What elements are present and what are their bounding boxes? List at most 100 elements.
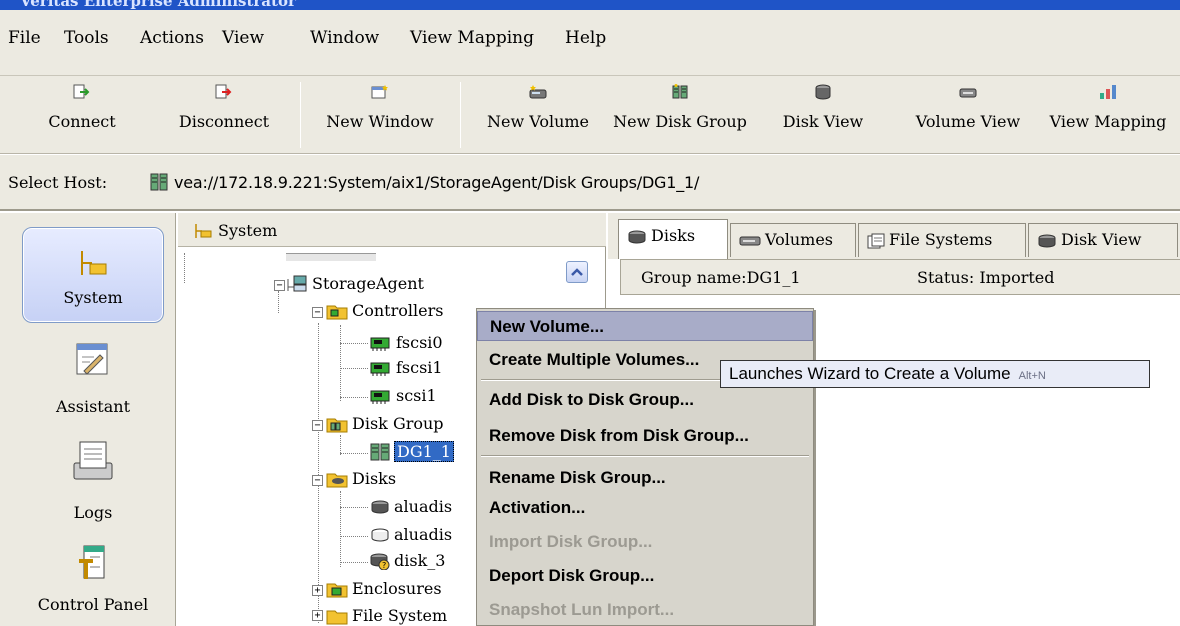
menu-item-new-volume[interactable]: New Volume... xyxy=(477,311,813,341)
storage-agent-icon xyxy=(287,275,307,291)
new-volume-icon xyxy=(529,85,547,99)
nav-control-panel-button[interactable]: Control Panel xyxy=(22,543,164,626)
window-title: Veritas Enterprise Administrator xyxy=(20,0,296,10)
tree-item-disks[interactable]: Disks xyxy=(326,468,396,490)
tree-item-storageagent[interactable]: StorageAgent xyxy=(286,273,424,295)
controller-icon xyxy=(370,362,390,376)
new-window-button[interactable]: New Window xyxy=(316,76,444,154)
tooltip-accelerator: Alt+N xyxy=(1018,370,1046,382)
menu-item-rename-disk-group[interactable]: Rename Disk Group... xyxy=(477,463,813,493)
connect-button[interactable]: Connect xyxy=(40,76,124,154)
cropped-tree-row xyxy=(286,253,376,261)
new-disk-group-button[interactable]: New Disk Group xyxy=(600,76,760,154)
tree-header: System xyxy=(178,213,606,247)
tree-guide-line xyxy=(340,343,368,344)
menu-file[interactable]: File xyxy=(8,28,41,48)
tab-disk-view[interactable]: Disk View xyxy=(1028,223,1178,257)
tab-file-systems[interactable]: File Systems xyxy=(858,223,1026,257)
controller-icon xyxy=(370,337,390,351)
tab-bar: Disks Volumes File Systems Disk View xyxy=(608,213,1180,259)
tree-guide-line xyxy=(340,325,341,401)
nav-assistant-button[interactable]: Assistant xyxy=(22,341,164,431)
folder-icon xyxy=(326,305,348,319)
tree-item-scsi1[interactable]: scsi1 xyxy=(370,385,437,407)
collapse-toggle[interactable]: − xyxy=(312,420,323,431)
tree-item-fscsi1[interactable]: fscsi1 xyxy=(370,357,443,379)
disconnect-icon xyxy=(215,84,232,99)
view-mapping-button[interactable]: View Mapping xyxy=(1036,76,1180,154)
disk-view-icon xyxy=(815,84,831,100)
tree-guide-line xyxy=(340,397,368,398)
disk-view-button[interactable]: Disk View xyxy=(774,76,872,154)
menu-item-deport-disk-group[interactable]: Deport Disk Group... xyxy=(477,561,813,591)
tree-item-file-systems[interactable]: File System xyxy=(326,605,447,626)
disk-group-icon xyxy=(370,443,390,460)
view-mapping-icon xyxy=(1100,85,1116,99)
nav-system-button[interactable]: System xyxy=(22,227,164,323)
unknown-disk-icon: ? xyxy=(370,553,390,570)
tree-guide-line xyxy=(340,453,368,454)
menu-actions[interactable]: Actions xyxy=(140,28,204,48)
tree-guide-line xyxy=(340,507,368,508)
select-host-label: Select Host: xyxy=(8,173,108,192)
collapse-toggle[interactable]: − xyxy=(312,475,323,486)
control-panel-icon xyxy=(79,545,105,579)
menu-help[interactable]: Help xyxy=(565,28,606,48)
menu-tools[interactable]: Tools xyxy=(64,28,109,48)
expand-toggle[interactable]: + xyxy=(312,585,323,596)
volume-view-button[interactable]: Volume View xyxy=(900,76,1036,154)
tree-guide-line xyxy=(184,253,185,283)
tree-guide-line xyxy=(340,536,368,537)
volume-icon xyxy=(739,236,761,245)
menu-view-mapping[interactable]: View Mapping xyxy=(410,28,534,48)
tree-guide-line xyxy=(340,562,368,563)
controller-icon xyxy=(370,390,390,404)
tree-item-dg1-1[interactable]: DG1_1 xyxy=(370,441,454,463)
volume-view-icon xyxy=(959,88,977,98)
menu-item-add-disk[interactable]: Add Disk to Disk Group... xyxy=(477,385,813,415)
disk-icon xyxy=(628,230,646,244)
host-bar: Select Host: vea://172.18.9.221:System/a… xyxy=(0,155,1180,211)
disconnect-button[interactable]: Disconnect xyxy=(172,76,276,154)
folder-icon xyxy=(326,610,348,624)
tree-item-disk[interactable]: aluadis xyxy=(370,496,452,518)
connect-icon xyxy=(73,84,90,99)
expand-toggle[interactable]: + xyxy=(312,610,323,621)
tab-volumes[interactable]: Volumes xyxy=(730,223,856,257)
host-path-field[interactable] xyxy=(146,167,1176,199)
tree-item-disk-groups[interactable]: Disk Group xyxy=(326,413,444,435)
tree-guide-line xyxy=(278,291,279,313)
folder-icon xyxy=(326,583,348,597)
tree-item-disk[interactable]: aluadis xyxy=(370,524,452,546)
toolbar-separator xyxy=(300,82,301,148)
menu-item-snapshot-lun-import: Snapshot Lun Import... xyxy=(489,600,675,619)
tree-item-fscsi0[interactable]: fscsi0 xyxy=(370,332,443,354)
tree-item-controllers[interactable]: Controllers xyxy=(326,300,443,322)
menu-separator xyxy=(481,455,809,457)
context-menu: New Volume... Create Multiple Volumes...… xyxy=(476,308,814,626)
menu-view[interactable]: View xyxy=(222,28,264,48)
svg-text:?: ? xyxy=(382,561,386,570)
tree-guide-line xyxy=(340,491,341,567)
toolbar: Connect Disconnect New Window New Volume… xyxy=(0,76,1180,154)
tree-item-enclosures[interactable]: Enclosures xyxy=(326,578,442,600)
tree-guide-line xyxy=(340,435,341,455)
menu-item-activation[interactable]: Activation... xyxy=(477,493,813,523)
assistant-icon xyxy=(76,343,108,375)
title-bar: Veritas Enterprise Administrator xyxy=(0,0,1180,10)
collapse-toggle[interactable]: − xyxy=(274,280,285,291)
menu-window[interactable]: Window xyxy=(310,28,379,48)
tree-guide-line xyxy=(340,368,368,369)
menu-item-remove-disk[interactable]: Remove Disk from Disk Group... xyxy=(477,421,813,451)
new-volume-button[interactable]: New Volume xyxy=(476,76,600,154)
nav-logs-button[interactable]: Logs xyxy=(22,439,164,529)
collapse-toggle[interactable]: − xyxy=(312,307,323,318)
logs-icon xyxy=(73,441,113,480)
scroll-up-button[interactable] xyxy=(566,261,588,283)
group-status: Status: Imported xyxy=(917,268,1055,287)
disk-view-icon xyxy=(1038,234,1056,248)
new-disk-group-icon xyxy=(672,84,688,99)
navigation-panel: System Assistant Logs Control Panel xyxy=(0,213,176,626)
tree-item-disk[interactable]: ? disk_3 xyxy=(370,550,445,572)
tab-disks[interactable]: Disks xyxy=(618,219,728,259)
